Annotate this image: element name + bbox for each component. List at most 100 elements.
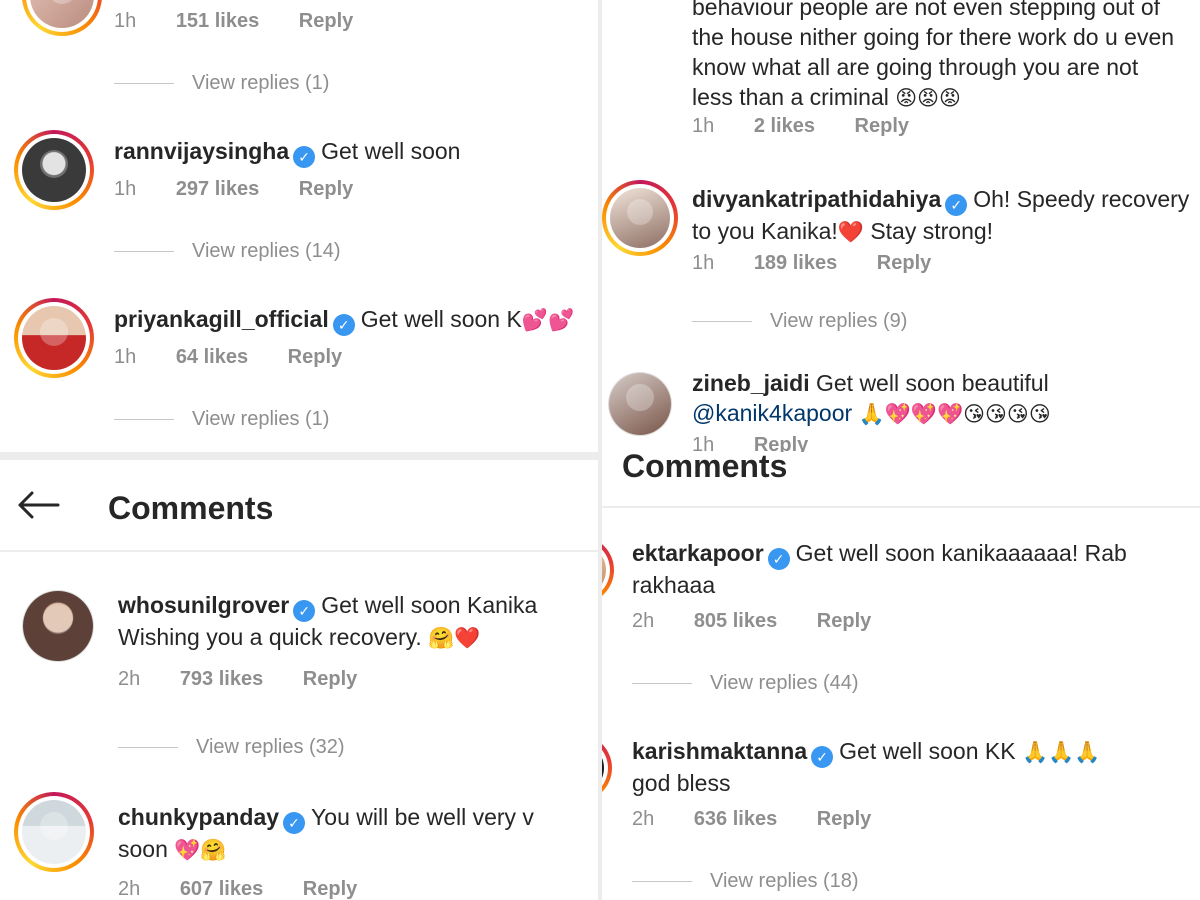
likes-count[interactable]: 636 likes [694, 808, 777, 831]
likes-count[interactable]: 151 likes [176, 10, 259, 33]
verified-badge-icon: ✓ [767, 548, 790, 570]
view-replies-label: View replies (9) [770, 310, 908, 332]
avatar[interactable] [22, 590, 94, 662]
comment-line: less than a criminal [692, 84, 889, 110]
likes-count[interactable]: 607 likes [180, 878, 263, 900]
avatar[interactable] [14, 792, 94, 872]
comment-time: 1h [114, 178, 137, 200]
comment-body: Wishing you a quick recovery. [118, 624, 422, 650]
username-link[interactable]: priyankagill_official [114, 306, 329, 332]
emoji: 🙏🙏🙏 [1021, 741, 1101, 764]
comment-meta: 2h 793 likes Reply [118, 668, 391, 691]
comment-text: rannvijaysingha ✓ Get well soon [114, 136, 460, 168]
reply-button[interactable]: Reply [817, 610, 871, 633]
comment-body: Get well soon [321, 138, 461, 164]
username-link[interactable]: divyankatripathidahiya [692, 186, 941, 212]
mention-link[interactable]: @kanik4kapoor [692, 400, 852, 426]
divider [114, 251, 174, 253]
comments-panel-bottom-right: Comments ektarkapoor ✓ Get well soon kanik… [600, 452, 1200, 900]
comment-body: god bless [632, 770, 731, 796]
comment-body: Get well soon K [360, 306, 522, 332]
divider [632, 881, 692, 883]
verified-badge-icon: ✓ [293, 146, 316, 168]
verified-badge-icon: ✓ [811, 746, 834, 768]
comment-body: behaviour people are not even stepping o… [692, 0, 1192, 114]
divider [632, 683, 692, 685]
reply-button[interactable]: Reply [299, 178, 353, 201]
reply-button[interactable]: Reply [303, 668, 357, 691]
comment-meta: 1h Reply [692, 434, 842, 452]
username-link[interactable]: rannvijaysingha [114, 138, 289, 164]
emoji: 💖🤗 [174, 839, 227, 862]
view-replies-link[interactable]: View replies (9) [692, 310, 907, 333]
likes-count[interactable]: 805 likes [694, 610, 777, 633]
username-link[interactable]: whosunilgrover [118, 592, 289, 618]
comment-meta: 1h 2 likes Reply [692, 115, 943, 138]
comment-meta: 1h 151 likes Reply [114, 10, 387, 33]
likes-count[interactable]: 793 likes [180, 668, 263, 691]
comments-panel-top-left: 1h 151 likes Reply View replies (1) rann… [0, 0, 600, 452]
view-replies-link[interactable]: View replies (1) [114, 72, 329, 95]
reply-button[interactable]: Reply [877, 252, 931, 275]
back-arrow-icon[interactable] [16, 490, 60, 520]
view-replies-link[interactable]: View replies (44) [632, 672, 859, 695]
username-link[interactable]: zineb_jaidi [692, 370, 810, 396]
comment-text: karishmaktanna ✓ Get well soon KK 🙏🙏🙏 god … [632, 736, 1192, 798]
avatar[interactable] [22, 0, 102, 36]
comment-meta: 2h 636 likes Reply [632, 808, 905, 831]
reply-button[interactable]: Reply [303, 878, 357, 900]
page-title: Comments [622, 452, 788, 484]
avatar[interactable] [600, 536, 614, 604]
comment-time: 1h [692, 252, 715, 274]
comment-meta: 1h 297 likes Reply [114, 178, 387, 201]
likes-count[interactable]: 2 likes [754, 115, 815, 138]
verified-badge-icon: ✓ [283, 812, 306, 834]
view-replies-link[interactable]: View replies (14) [114, 240, 341, 263]
comment-meta: 1h 64 likes Reply [114, 346, 376, 369]
divider [114, 419, 174, 421]
likes-count[interactable]: 297 likes [176, 178, 259, 201]
view-replies-label: View replies (1) [192, 408, 330, 430]
username-link[interactable]: ektarkapoor [632, 540, 764, 566]
reply-button[interactable]: Reply [754, 434, 808, 452]
emoji: 🤗❤️ [428, 627, 481, 650]
comment-time: 2h [118, 668, 141, 690]
comments-header: Comments [0, 460, 600, 552]
username-link[interactable]: karishmaktanna [632, 738, 807, 764]
comments-panel-top-right: behaviour people are not even stepping o… [600, 0, 1200, 452]
reply-button[interactable]: Reply [288, 346, 342, 369]
view-replies-label: View replies (44) [710, 672, 859, 694]
emoji: ❤️ [837, 221, 864, 244]
comment-meta: 2h 805 likes Reply [632, 610, 905, 633]
comment-time: 1h [114, 10, 137, 32]
avatar[interactable] [14, 130, 94, 210]
reply-button[interactable]: Reply [855, 115, 909, 138]
comment-body: Oh! Speedy recovery [973, 186, 1190, 212]
comment-body: You will be well very v [311, 804, 534, 830]
comment-line: behaviour people are not even stepping o… [692, 0, 1161, 20]
comment-time: 2h [632, 610, 655, 632]
view-replies-link[interactable]: View replies (1) [114, 408, 329, 431]
view-replies-link[interactable]: View replies (32) [118, 736, 345, 759]
likes-count[interactable]: 64 likes [176, 346, 248, 369]
comment-meta: 1h 189 likes Reply [692, 252, 965, 275]
view-replies-link[interactable]: View replies (18) [632, 870, 859, 893]
reply-button[interactable]: Reply [299, 10, 353, 33]
avatar[interactable] [608, 372, 672, 436]
comment-text: divyankatripathidahiya ✓ Oh! Speedy recove… [692, 184, 1192, 248]
view-replies-label: View replies (32) [196, 736, 345, 758]
page-title: Comments [108, 490, 274, 526]
username-link[interactable]: chunkypanday [118, 804, 279, 830]
reply-button[interactable]: Reply [817, 808, 871, 831]
comment-body: Get well soon Kanika [321, 592, 538, 618]
view-replies-label: View replies (1) [192, 72, 330, 94]
verified-badge-icon: ✓ [293, 600, 316, 622]
comment-text: whosunilgrover ✓ Get well soon Kanika Wish… [118, 590, 600, 654]
comment-text: zineb_jaidi Get well soon beautiful @kan… [692, 368, 1192, 430]
avatar[interactable] [602, 180, 678, 256]
likes-count[interactable]: 189 likes [754, 252, 837, 275]
avatar[interactable] [14, 298, 94, 378]
comment-body: to you Kanika! [692, 218, 838, 244]
comments-header: Comments [600, 452, 1200, 508]
comment-body: Stay strong! [870, 218, 994, 244]
